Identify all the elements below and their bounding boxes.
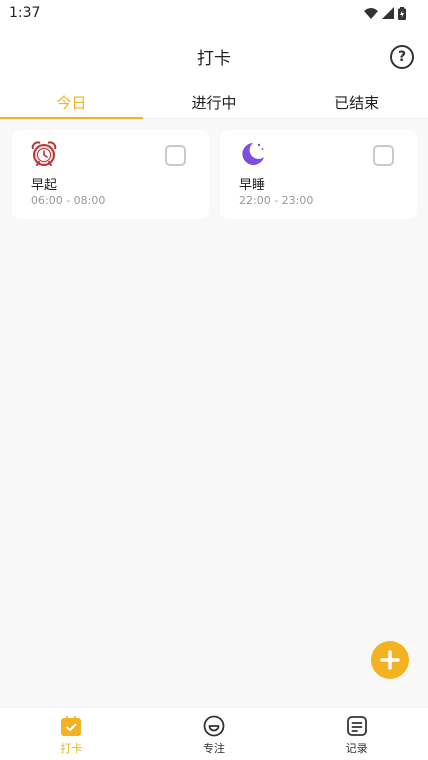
habit-time: 06:00 - 08:00 xyxy=(31,194,106,207)
help-icon[interactable]: ? xyxy=(390,45,414,69)
page-title: 打卡 xyxy=(197,48,231,69)
tab-bar: 今日 进行中 已结束 xyxy=(0,86,428,119)
plus-icon xyxy=(380,650,400,670)
habit-name: 早起 xyxy=(31,178,58,193)
nav-record-label: 记录 xyxy=(345,742,368,755)
app-bar: 打卡 ? xyxy=(0,26,428,86)
tab-in-progress[interactable]: 进行中 xyxy=(143,86,286,118)
nav-checkin-label: 打卡 xyxy=(60,742,83,755)
tab-ended[interactable]: 已结束 xyxy=(285,86,428,118)
status-icons xyxy=(364,6,406,20)
habit-card[interactable]: 早睡 22:00 - 23:00 xyxy=(220,130,417,219)
battery-icon xyxy=(398,6,406,20)
status-time: 1:37 xyxy=(9,5,41,21)
nav-checkin[interactable]: 打卡 xyxy=(0,708,143,760)
alarm-clock-icon xyxy=(31,141,57,166)
focus-icon xyxy=(203,715,225,737)
habit-list: 早起 06:00 - 08:00 早睡 22:00 - 23:00 xyxy=(0,119,428,707)
signal-icon xyxy=(382,7,394,19)
nav-focus-label: 专注 xyxy=(203,742,225,755)
habit-checkbox[interactable] xyxy=(165,145,186,166)
status-bar: 1:37 xyxy=(0,0,428,26)
add-button[interactable] xyxy=(371,641,409,679)
habit-card[interactable]: 早起 06:00 - 08:00 xyxy=(12,130,209,219)
checkin-icon xyxy=(61,716,82,736)
nav-focus[interactable]: 专注 xyxy=(143,708,286,760)
record-icon xyxy=(346,716,367,736)
wifi-icon xyxy=(364,8,378,19)
habit-name: 早睡 xyxy=(239,178,266,193)
habit-time: 22:00 - 23:00 xyxy=(239,194,314,207)
habit-checkbox[interactable] xyxy=(373,145,394,166)
bottom-nav: 打卡 专注 记录 xyxy=(0,707,428,760)
moon-icon xyxy=(242,143,264,165)
tab-today[interactable]: 今日 xyxy=(0,86,143,119)
nav-record[interactable]: 记录 xyxy=(285,708,428,760)
